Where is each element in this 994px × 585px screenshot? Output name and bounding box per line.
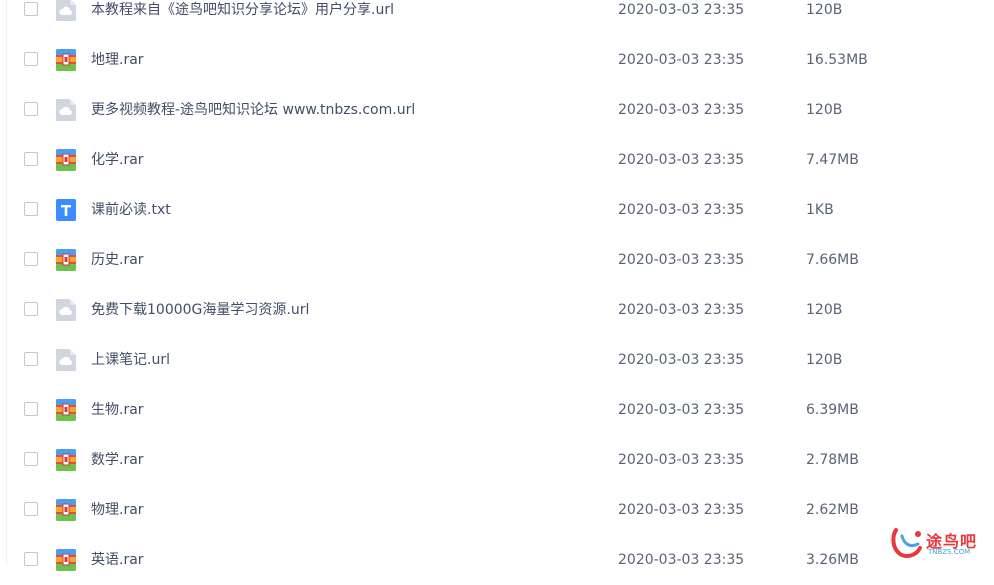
file-name-link[interactable]: 英语.rar bbox=[91, 550, 144, 570]
file-modified-date: 2020-03-03 23:35 bbox=[618, 202, 745, 218]
file-size: 120B bbox=[806, 102, 843, 118]
file-modified-date: 2020-03-03 23:35 bbox=[618, 502, 745, 518]
file-name-link[interactable]: 上课笔记.url bbox=[91, 350, 170, 370]
file-name-link[interactable]: 物理.rar bbox=[91, 500, 144, 520]
file-name-link[interactable]: 化学.rar bbox=[91, 150, 144, 170]
url-file-icon bbox=[55, 0, 77, 22]
file-select-checkbox[interactable] bbox=[24, 452, 38, 466]
file-name-link[interactable]: 地理.rar bbox=[91, 50, 144, 70]
file-name-link[interactable]: 本教程来自《途鸟吧知识分享论坛》用户分享.url bbox=[91, 0, 394, 20]
file-size: 1KB bbox=[806, 202, 834, 218]
file-row[interactable]: 本教程来自《途鸟吧知识分享论坛》用户分享.url 2020-03-03 23:35… bbox=[0, 0, 994, 35]
file-name-link[interactable]: 数学.rar bbox=[91, 450, 144, 470]
file-select-checkbox[interactable] bbox=[24, 252, 38, 266]
file-select-checkbox[interactable] bbox=[24, 302, 38, 316]
file-size: 7.66MB bbox=[806, 252, 859, 268]
file-name-link[interactable]: 课前必读.txt bbox=[91, 200, 171, 220]
file-select-checkbox[interactable] bbox=[24, 202, 38, 216]
file-size: 16.53MB bbox=[806, 52, 868, 68]
rar-archive-icon bbox=[55, 548, 77, 572]
rar-archive-icon bbox=[55, 148, 77, 172]
url-file-icon bbox=[55, 298, 77, 322]
file-select-checkbox[interactable] bbox=[24, 52, 38, 66]
url-file-icon bbox=[55, 348, 77, 372]
file-row[interactable]: 历史.rar 2020-03-03 23:35 7.66MB bbox=[0, 235, 994, 285]
file-modified-date: 2020-03-03 23:35 bbox=[618, 152, 745, 168]
file-name-link[interactable]: 生物.rar bbox=[91, 400, 144, 420]
file-select-checkbox[interactable] bbox=[24, 502, 38, 516]
file-row[interactable]: 物理.rar 2020-03-03 23:35 2.62MB bbox=[0, 485, 994, 535]
site-watermark: 途鸟吧 TNBZS.COM bbox=[890, 526, 990, 562]
rar-archive-icon bbox=[55, 498, 77, 522]
url-file-icon bbox=[55, 98, 77, 122]
file-row[interactable]: 地理.rar 2020-03-03 23:35 16.53MB bbox=[0, 35, 994, 85]
file-row[interactable]: 课前必读.txt 2020-03-03 23:35 1KB bbox=[0, 185, 994, 235]
file-modified-date: 2020-03-03 23:35 bbox=[618, 102, 745, 118]
file-row[interactable]: 化学.rar 2020-03-03 23:35 7.47MB bbox=[0, 135, 994, 185]
file-size: 6.39MB bbox=[806, 402, 859, 418]
file-modified-date: 2020-03-03 23:35 bbox=[618, 52, 745, 68]
file-list: 本教程来自《途鸟吧知识分享论坛》用户分享.url 2020-03-03 23:35… bbox=[0, 0, 994, 585]
file-row[interactable]: 上课笔记.url 2020-03-03 23:35 120B bbox=[0, 335, 994, 385]
file-modified-date: 2020-03-03 23:35 bbox=[618, 452, 745, 468]
file-select-checkbox[interactable] bbox=[24, 102, 38, 116]
file-size: 2.78MB bbox=[806, 452, 859, 468]
tnbzs-logo-icon bbox=[891, 528, 922, 558]
file-name-link[interactable]: 更多视频教程-途鸟吧知识论坛 www.tnbzs.com.url bbox=[91, 100, 415, 120]
txt-file-icon bbox=[55, 198, 77, 222]
file-modified-date: 2020-03-03 23:35 bbox=[618, 402, 745, 418]
file-row[interactable]: 生物.rar 2020-03-03 23:35 6.39MB bbox=[0, 385, 994, 435]
file-select-checkbox[interactable] bbox=[24, 352, 38, 366]
file-modified-date: 2020-03-03 23:35 bbox=[618, 302, 745, 318]
file-modified-date: 2020-03-03 23:35 bbox=[618, 552, 745, 568]
rar-archive-icon bbox=[55, 398, 77, 422]
file-select-checkbox[interactable] bbox=[24, 152, 38, 166]
rar-archive-icon bbox=[55, 448, 77, 472]
file-size: 7.47MB bbox=[806, 152, 859, 168]
file-size: 3.26MB bbox=[806, 552, 859, 568]
file-row[interactable]: 免费下载10000G海量学习资源.url 2020-03-03 23:35 120B bbox=[0, 285, 994, 335]
rar-archive-icon bbox=[55, 248, 77, 272]
file-name-link[interactable]: 历史.rar bbox=[91, 250, 144, 270]
file-row[interactable]: 更多视频教程-途鸟吧知识论坛 www.tnbzs.com.url 2020-03-… bbox=[0, 85, 994, 135]
file-size: 120B bbox=[806, 352, 843, 368]
file-modified-date: 2020-03-03 23:35 bbox=[618, 352, 745, 368]
rar-archive-icon bbox=[55, 48, 77, 72]
file-row[interactable]: 英语.rar 2020-03-03 23:35 3.26MB bbox=[0, 535, 994, 585]
file-modified-date: 2020-03-03 23:35 bbox=[618, 252, 745, 268]
file-size: 2.62MB bbox=[806, 502, 859, 518]
file-select-checkbox[interactable] bbox=[24, 402, 38, 416]
file-size: 120B bbox=[806, 302, 843, 318]
file-row[interactable]: 数学.rar 2020-03-03 23:35 2.78MB bbox=[0, 435, 994, 485]
file-name-link[interactable]: 免费下载10000G海量学习资源.url bbox=[91, 300, 309, 320]
file-modified-date: 2020-03-03 23:35 bbox=[618, 2, 745, 18]
watermark-subtext: TNBZS.COM bbox=[928, 548, 971, 556]
file-size: 120B bbox=[806, 2, 843, 18]
file-select-checkbox[interactable] bbox=[24, 2, 38, 16]
